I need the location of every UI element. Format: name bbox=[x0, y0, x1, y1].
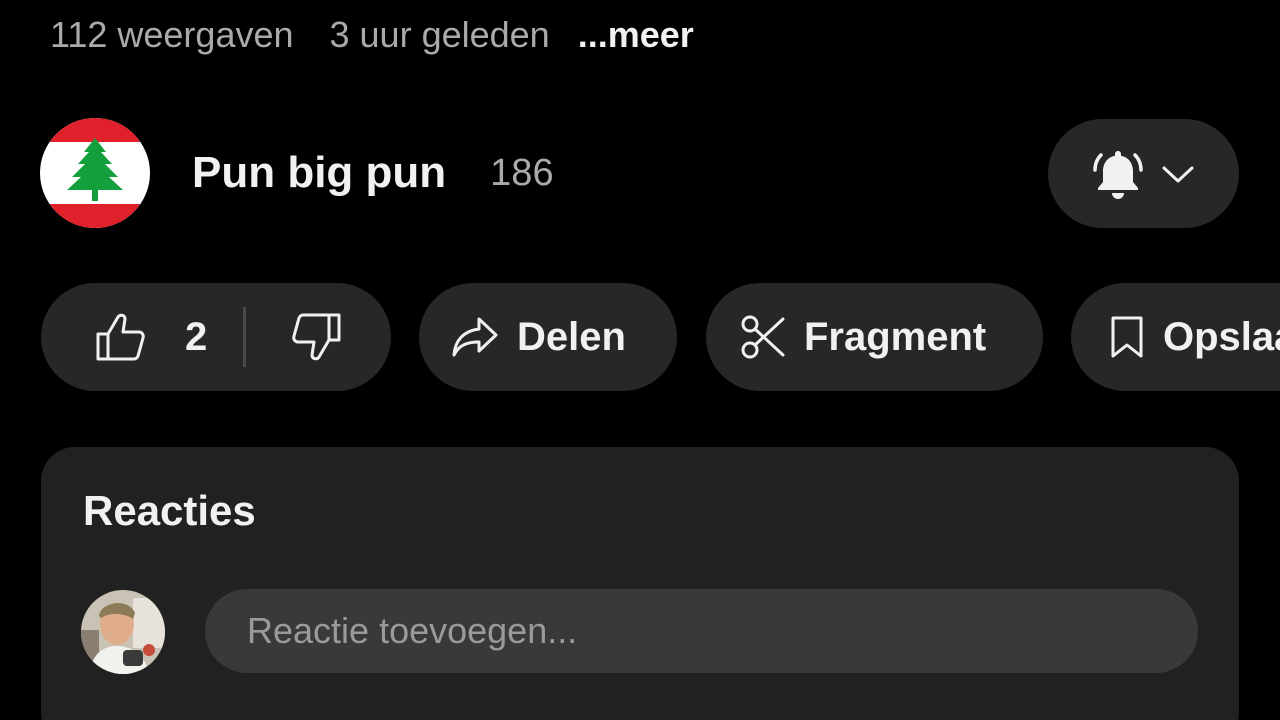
clip-label: Fragment bbox=[804, 314, 987, 359]
channel-name[interactable]: Pun big pun bbox=[192, 148, 446, 198]
user-avatar-image bbox=[81, 590, 165, 674]
video-details-page: 112 weergaven 3 uur geleden ...meer Pun … bbox=[0, 0, 1280, 720]
clip-button[interactable]: Fragment bbox=[706, 283, 1043, 391]
bookmark-icon bbox=[1111, 316, 1143, 358]
thumbs-up-icon[interactable] bbox=[95, 312, 149, 362]
thumbs-down-icon[interactable] bbox=[288, 312, 342, 362]
like-dislike-pill: 2 bbox=[41, 283, 391, 391]
upload-age: 3 uur geleden bbox=[329, 14, 550, 55]
subscriber-count: 186 bbox=[490, 151, 554, 194]
action-bar: 2 Delen Fragment Opslaa bbox=[41, 283, 1280, 391]
save-label: Opslaan bbox=[1163, 314, 1280, 359]
share-label: Delen bbox=[517, 314, 626, 359]
channel-avatar[interactable] bbox=[40, 118, 150, 228]
channel-row[interactable]: Pun big pun 186 bbox=[40, 118, 554, 228]
like-divider bbox=[243, 307, 247, 367]
save-button[interactable]: Opslaan bbox=[1071, 283, 1280, 391]
lebanon-flag-icon bbox=[40, 118, 150, 228]
share-icon bbox=[452, 317, 498, 357]
subscription-bell-button[interactable] bbox=[1048, 119, 1239, 228]
more-link[interactable]: ...meer bbox=[578, 14, 694, 56]
comment-input[interactable] bbox=[205, 589, 1198, 673]
user-avatar bbox=[81, 590, 165, 674]
bell-icon bbox=[1092, 150, 1143, 199]
view-count: 112 weergaven bbox=[50, 14, 294, 55]
share-button[interactable]: Delen bbox=[419, 283, 677, 391]
comments-section[interactable]: Reacties bbox=[41, 447, 1239, 720]
like-count: 2 bbox=[185, 314, 208, 359]
scissors-icon bbox=[741, 315, 785, 359]
comments-title: Reacties bbox=[83, 487, 256, 534]
chevron-down-icon bbox=[1162, 166, 1193, 182]
video-meta-row[interactable]: 112 weergaven 3 uur geleden ...meer bbox=[50, 14, 694, 56]
